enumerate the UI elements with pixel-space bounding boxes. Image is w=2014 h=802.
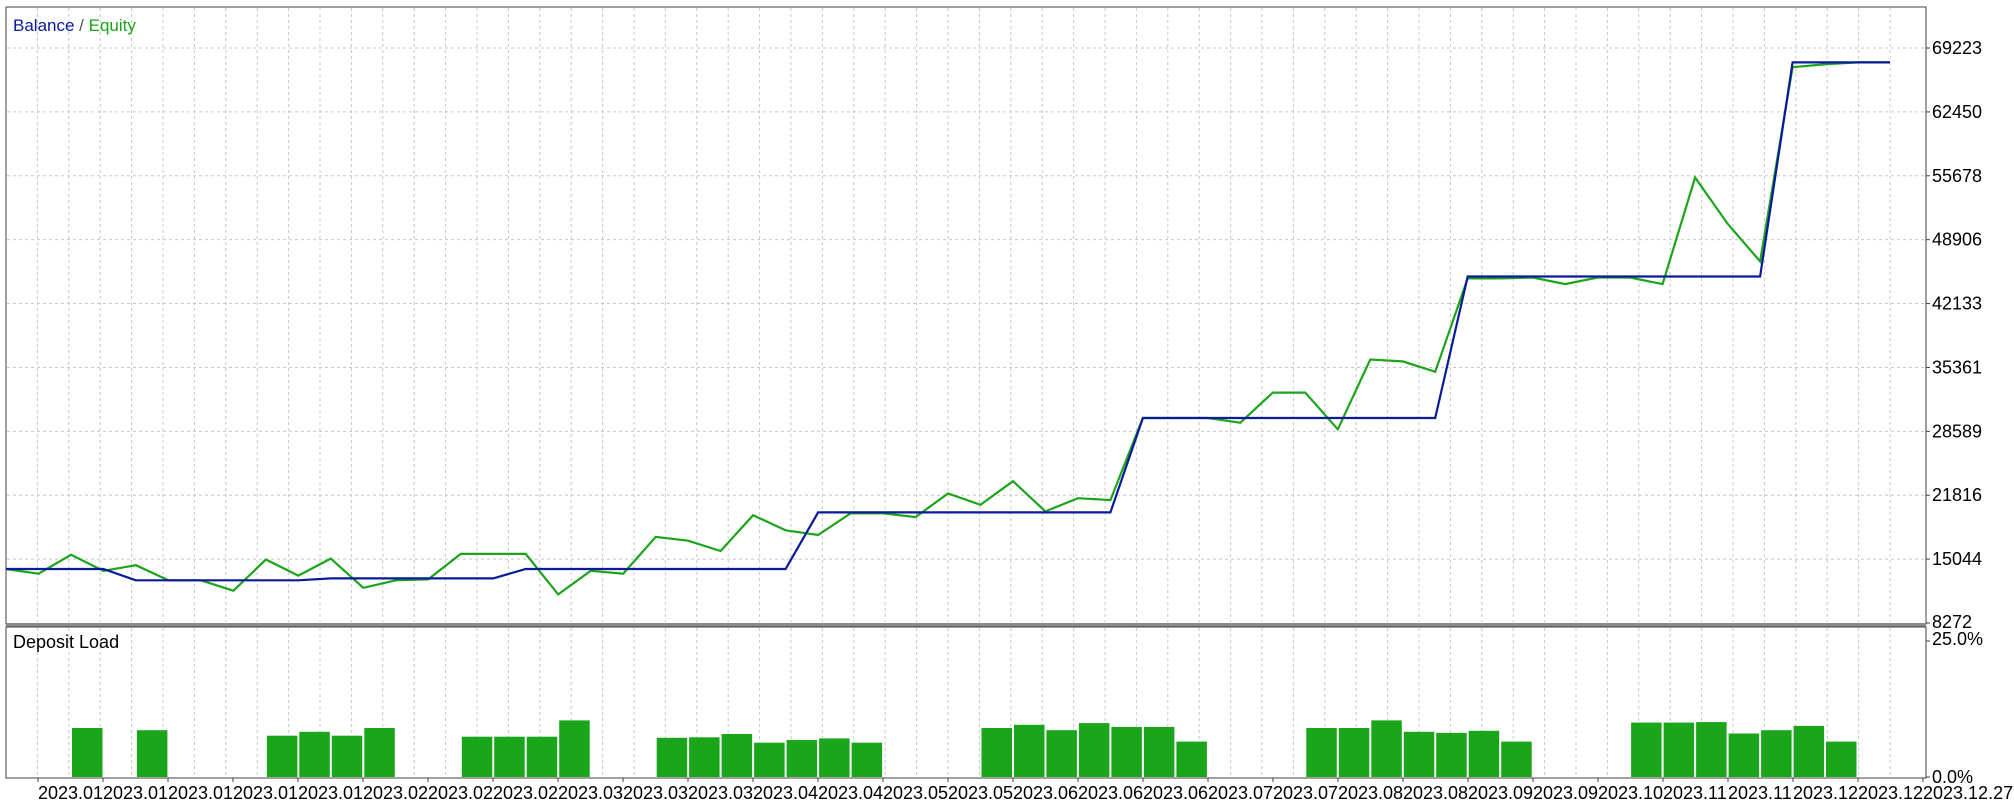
deposit-bar [331,735,363,777]
deposit-bar [72,728,103,777]
legend: Balance / Equity [13,16,136,35]
x-tick-label: 2023.06 [1143,783,1208,802]
y-tick-label: 62450 [1932,102,1982,122]
x-tick-label: 2023.04 [818,783,883,802]
deposit-bar [1436,732,1467,777]
deposit-bar [461,736,493,777]
deposit-bar [1793,725,1825,777]
y-tick-label: 15044 [1932,549,1982,569]
y-tick-label: 69223 [1932,38,1982,58]
y-tick-label: 48906 [1932,230,1982,250]
x-tick-label: 2023.02 [428,783,493,802]
deposit-load-panel: Deposit Load 25.0% 0.0% [5,626,1983,787]
main-y-axis: 69223 62450 55678 48906 42133 35361 28589 21816… [1926,38,1982,632]
x-tick-label: 2023.12 [1858,783,1923,802]
deposit-bar [689,737,720,777]
y-tick-label: 42133 [1932,294,1982,314]
legend-balance: Balance [13,16,74,35]
deposit-bar [754,742,785,777]
deposit-top-tick: 25.0% [1932,629,1983,649]
deposit-bar [1046,730,1077,777]
x-axis: 2023.01 2023.01 2023.01 2023.01 2023.01 2023.… [37,778,2013,802]
x-tick-label: 2023.03 [688,783,753,802]
deposit-bar [1014,724,1045,777]
deposit-bar [136,730,168,777]
panel-separator[interactable] [6,623,1926,627]
x-tick-label: 2023.09 [1468,783,1533,802]
x-tick-label: 2023.08 [1403,783,1468,802]
x-tick-label: 2023.10 [1598,783,1663,802]
deposit-bar [526,736,558,777]
deposit-bar [266,735,298,777]
deposit-bar [1761,730,1792,777]
deposit-bar [851,742,883,777]
deposit-bar [1696,722,1727,777]
legend-separator: / [74,16,88,35]
deposit-bar [1176,741,1207,777]
deposit-bar [1501,741,1532,777]
deposit-bar [721,734,753,777]
deposit-bar [656,737,688,777]
x-tick-label: 2023.07 [1208,783,1273,802]
deposit-bar [1403,731,1435,777]
deposit-bar [819,738,850,777]
x-tick-label: 2023.07 [1273,783,1338,802]
deposit-bar [1371,720,1402,777]
y-tick-label: 55678 [1932,166,1982,186]
deposit-bar [1306,728,1337,777]
deposit-bar [1631,722,1662,777]
x-tick-label: 2023.12.27 [1923,783,2013,802]
x-tick-label: 2023.11 [1663,783,1727,802]
balance-equity-chart: 69223 62450 55678 48906 42133 35361 28589 21816… [5,6,2013,802]
deposit-bar [1663,722,1695,777]
deposit-bar [1338,728,1370,777]
x-tick-label: 2023.02 [493,783,558,802]
deposit-bar [1111,727,1142,777]
main-panel: 69223 62450 55678 48906 42133 35361 28589 21816… [5,6,1982,632]
deposit-load-label: Deposit Load [13,632,119,652]
x-tick-label: 2023.04 [753,783,818,802]
deposit-bar [494,736,525,777]
x-tick-label: 2023.02 [363,783,428,802]
y-tick-label: 21816 [1932,485,1982,505]
deposit-bar [981,728,1012,777]
deposit-bar [559,720,590,777]
deposit-bar [1728,733,1760,777]
y-tick-label: 28589 [1932,421,1982,441]
x-tick-label: 2023.12 [1793,783,1858,802]
x-tick-label: 2023.09 [1533,783,1598,802]
deposit-bar [786,740,818,777]
main-panel-frame [5,6,1927,625]
y-tick-label: 35361 [1932,357,1982,377]
x-tick-label: 2023.01 [38,783,103,802]
x-tick-label: 2023.06 [1013,783,1078,802]
deposit-bar [364,728,395,777]
legend-equity: Equity [89,16,137,35]
x-tick-label: 2023.03 [623,783,688,802]
x-tick-label: 2023.01 [103,783,168,802]
x-tick-label: 2023.01 [298,783,363,802]
deposit-bar [1826,741,1857,777]
deposit-bar [1143,727,1175,777]
x-tick-label: 2023.05 [948,783,1013,802]
deposit-bar [299,731,330,777]
x-tick-label: 2023.08 [1338,783,1403,802]
x-tick-label: 2023.05 [883,783,948,802]
x-tick-label: 2023.01 [233,783,298,802]
deposit-bar [1468,730,1500,777]
deposit-bar [1078,723,1110,777]
x-tick-label: 2023.01 [168,783,233,802]
x-tick-label: 2023.06 [1078,783,1143,802]
x-tick-label: 2023.03 [558,783,623,802]
x-tick-label: 2023.11 [1728,783,1792,802]
